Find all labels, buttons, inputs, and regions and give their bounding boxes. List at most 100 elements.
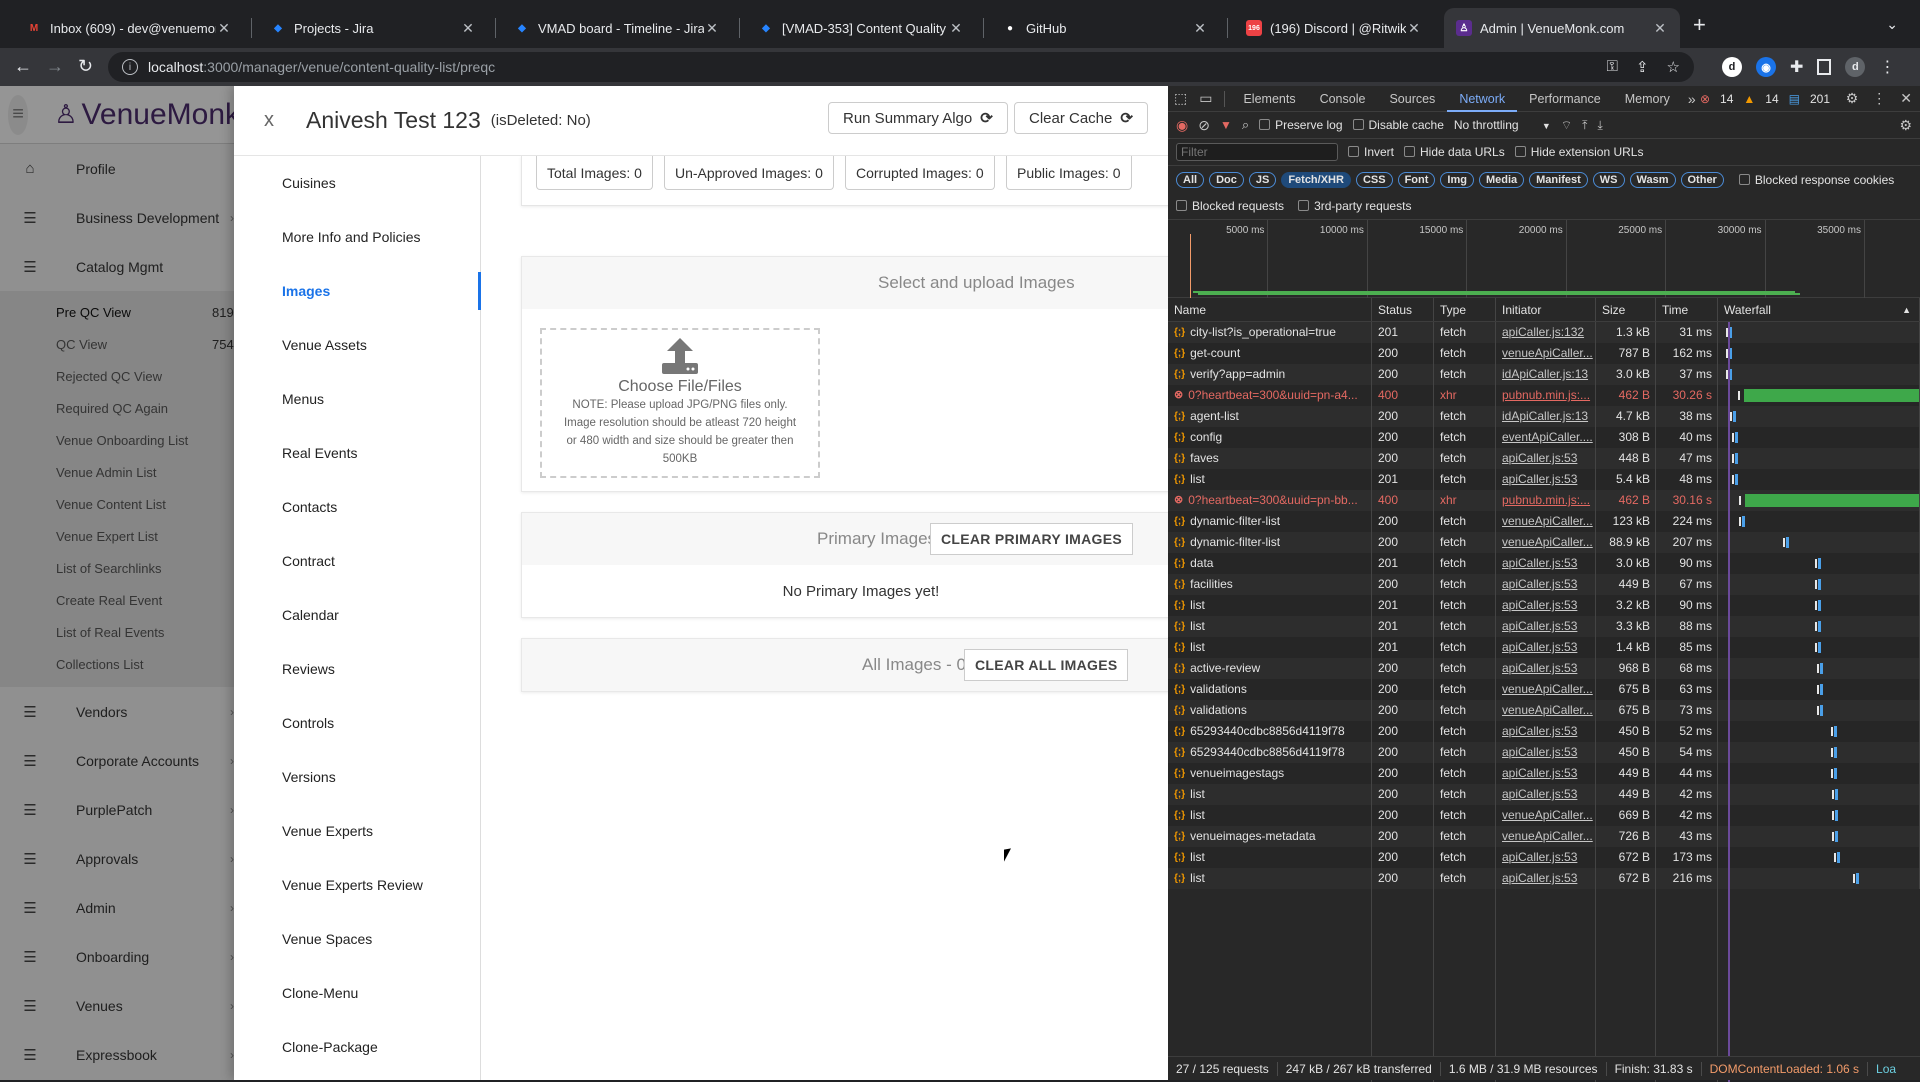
modal-nav-item[interactable]: Clone-Package [234, 1020, 480, 1074]
modal-nav-item[interactable]: Venue Spaces [234, 912, 480, 966]
column-header[interactable]: Waterfall ▲ [1718, 298, 1920, 321]
cell-initiator[interactable]: apiCaller.js:53 [1496, 469, 1596, 490]
request-row[interactable]: {;} get-count 200 fetch venueApiCaller... 787… [1168, 343, 1920, 364]
modal-nav-item[interactable]: Contract [234, 534, 480, 588]
column-header[interactable]: Initiator [1496, 298, 1596, 321]
clear-log-icon[interactable]: ⊘ [1198, 117, 1210, 134]
sidebar-subitem[interactable]: Venue Expert List [0, 521, 240, 553]
request-row[interactable]: {;} active-review 200 fetch apiCaller.js:53 9… [1168, 658, 1920, 679]
type-filter-chip[interactable]: CSS [1355, 171, 1393, 188]
tab-search-chevron-icon[interactable]: ⌄ [1886, 16, 1898, 33]
settings-gear-icon[interactable]: ⚙ [1846, 90, 1859, 107]
sidebar-item[interactable]: ⌂ Profile [0, 144, 240, 193]
cell-initiator[interactable]: venueApiCaller... [1496, 511, 1596, 532]
column-divider[interactable] [1433, 322, 1434, 1082]
modal-nav-item[interactable]: More Info and Policies [234, 210, 480, 264]
inspect-element-icon[interactable]: ⬚ [1168, 90, 1193, 107]
modal-nav-item[interactable]: Venue Experts [234, 804, 480, 858]
preserve-log-checkbox[interactable]: Preserve log [1259, 118, 1343, 132]
sidebar-subitem[interactable]: Venue Admin List [0, 457, 240, 489]
run-summary-algo-button[interactable]: Run Summary Algo ⟳ [828, 102, 1008, 134]
devtools-tab[interactable]: Elements [1231, 86, 1307, 112]
cell-initiator[interactable]: apiCaller.js:53 [1496, 721, 1596, 742]
sidebar-item[interactable]: ☰ Corporate Accounts › [0, 736, 240, 785]
hamburger-menu-icon[interactable]: ≡ [8, 94, 29, 135]
type-filter-chip[interactable]: Doc [1209, 171, 1244, 188]
request-row[interactable]: {;} list 200 fetch apiCaller.js:53 672 B 216 m… [1168, 868, 1920, 889]
sidebar-subitem[interactable]: List of Searchlinks [0, 553, 240, 585]
filter-funnel-icon[interactable]: ▼ [1220, 118, 1232, 132]
cell-initiator[interactable]: venueApiCaller... [1496, 805, 1596, 826]
cell-initiator[interactable]: apiCaller.js:53 [1496, 763, 1596, 784]
browser-tab[interactable]: ● GitHub ✕ [990, 8, 1220, 48]
type-filter-chip[interactable]: WS [1592, 171, 1625, 188]
sidebar-item[interactable]: ☰ Approvals › [0, 834, 240, 883]
devtools-tab[interactable]: Network [1447, 86, 1518, 112]
request-row[interactable]: ⊗ 0?heartbeat=300&uuid=pn-bb... 400 xhr pubn… [1168, 490, 1920, 511]
cell-initiator[interactable]: venueApiCaller... [1496, 679, 1596, 700]
close-tab-icon[interactable]: ✕ [1192, 20, 1208, 37]
clear-primary-images-button[interactable]: CLEAR PRIMARY IMAGES [930, 523, 1134, 555]
cell-initiator[interactable]: apiCaller.js:53 [1496, 658, 1596, 679]
choose-file-label[interactable]: Choose File/Files [542, 378, 818, 396]
modal-nav-item[interactable]: Contacts [234, 480, 480, 534]
close-tab-icon[interactable]: ✕ [460, 20, 476, 37]
close-icon[interactable]: x [264, 109, 284, 132]
type-filter-chip[interactable]: JS [1248, 171, 1277, 188]
devtools-tab[interactable]: Performance [1517, 86, 1613, 112]
request-row[interactable]: {;} dynamic-filter-list 200 fetch venueApiCa… [1168, 511, 1920, 532]
sidebar-subitem[interactable]: Venue Content List [0, 489, 240, 521]
modal-nav-item[interactable]: Cuisines [234, 156, 480, 210]
cell-initiator[interactable]: apiCaller.js:53 [1496, 448, 1596, 469]
cell-initiator[interactable]: pubnub.min.js:... [1496, 385, 1596, 406]
browser-tab[interactable]: M Inbox (609) - dev@venuemonk ✕ [14, 8, 244, 48]
close-tab-icon[interactable]: ✕ [948, 20, 964, 37]
clear-all-images-button[interactable]: CLEAR ALL IMAGES [964, 649, 1129, 681]
modal-nav-item[interactable]: Reviews [234, 642, 480, 696]
kebab-menu-icon[interactable]: ⋮ [1879, 57, 1895, 77]
column-divider[interactable] [1495, 322, 1496, 1082]
modal-nav-item[interactable]: Clone-Menu [234, 966, 480, 1020]
import-har-icon[interactable]: ⤒ [1582, 118, 1587, 133]
request-row[interactable]: {;} facilities 200 fetch apiCaller.js:53 449 … [1168, 574, 1920, 595]
sidebar-item[interactable]: ☰ Venues › [0, 981, 240, 1030]
request-row[interactable]: {;} city-list?is_operational=true 201 fetch… [1168, 322, 1920, 343]
request-row[interactable]: {;} data 201 fetch apiCaller.js:53 3.0 kB 90 m… [1168, 553, 1920, 574]
extension-icon[interactable]: ◉ [1756, 57, 1776, 77]
close-tab-icon[interactable]: ✕ [1406, 20, 1422, 37]
type-filter-chip[interactable]: Wasm [1629, 171, 1676, 188]
type-filter-chip[interactable]: Img [1440, 171, 1474, 188]
disable-cache-checkbox[interactable]: Disable cache [1352, 118, 1444, 132]
sidebar-item[interactable]: ☰ Admin › [0, 883, 240, 932]
reload-icon[interactable]: ↻ [78, 56, 93, 76]
devtools-tab[interactable]: Memory [1613, 86, 1682, 112]
blocked-cookies-checkbox[interactable]: Blocked response cookies [1738, 173, 1894, 187]
record-stop-icon[interactable]: ◉ [1176, 117, 1188, 134]
request-row[interactable]: {;} validations 200 fetch venueApiCaller... 6… [1168, 679, 1920, 700]
clear-cache-button[interactable]: Clear Cache ⟳ [1014, 102, 1148, 134]
browser-tab[interactable]: ◆ VMAD board - Timeline - Jira ✕ [502, 8, 732, 48]
key-icon[interactable]: ⚿ [1607, 58, 1618, 76]
browser-tab[interactable]: ◆ Projects - Jira ✕ [258, 8, 488, 48]
cell-initiator[interactable]: apiCaller.js:53 [1496, 868, 1596, 889]
sidebar-subitem[interactable]: Pre QC View 819 [0, 297, 240, 329]
column-header[interactable]: Time [1656, 298, 1718, 321]
third-party-requests-checkbox[interactable]: 3rd-party requests [1298, 199, 1411, 213]
close-devtools-icon[interactable]: ✕ [1900, 90, 1912, 107]
modal-nav-item[interactable]: Versions [234, 750, 480, 804]
filter-input[interactable] [1176, 143, 1338, 161]
cell-initiator[interactable]: pubnub.min.js:... [1496, 490, 1596, 511]
type-filter-chip[interactable]: Fetch/XHR [1281, 171, 1351, 188]
more-tabs-icon[interactable]: » [1682, 91, 1702, 107]
search-icon[interactable]: ⌕ [1242, 117, 1249, 133]
sidebar-item[interactable]: ☰ Business Development › [0, 193, 240, 242]
request-row[interactable]: {;} validations 200 fetch venueApiCaller... 6… [1168, 700, 1920, 721]
hide-extension-urls-checkbox[interactable]: Hide extension URLs [1514, 145, 1643, 159]
request-row[interactable]: {;} list 201 fetch apiCaller.js:53 3.3 kB 88 m… [1168, 616, 1920, 637]
request-row[interactable]: {;} 65293440cdbc8856d4119f78 200 fetch apiCa… [1168, 742, 1920, 763]
extension-icon[interactable]: d [1722, 57, 1742, 77]
cell-initiator[interactable]: venueApiCaller... [1496, 343, 1596, 364]
request-row[interactable]: {;} list 201 fetch apiCaller.js:53 3.2 kB 90 m… [1168, 595, 1920, 616]
modal-nav-item[interactable]: Real Events [234, 426, 480, 480]
close-tab-icon[interactable]: ✕ [704, 20, 720, 37]
